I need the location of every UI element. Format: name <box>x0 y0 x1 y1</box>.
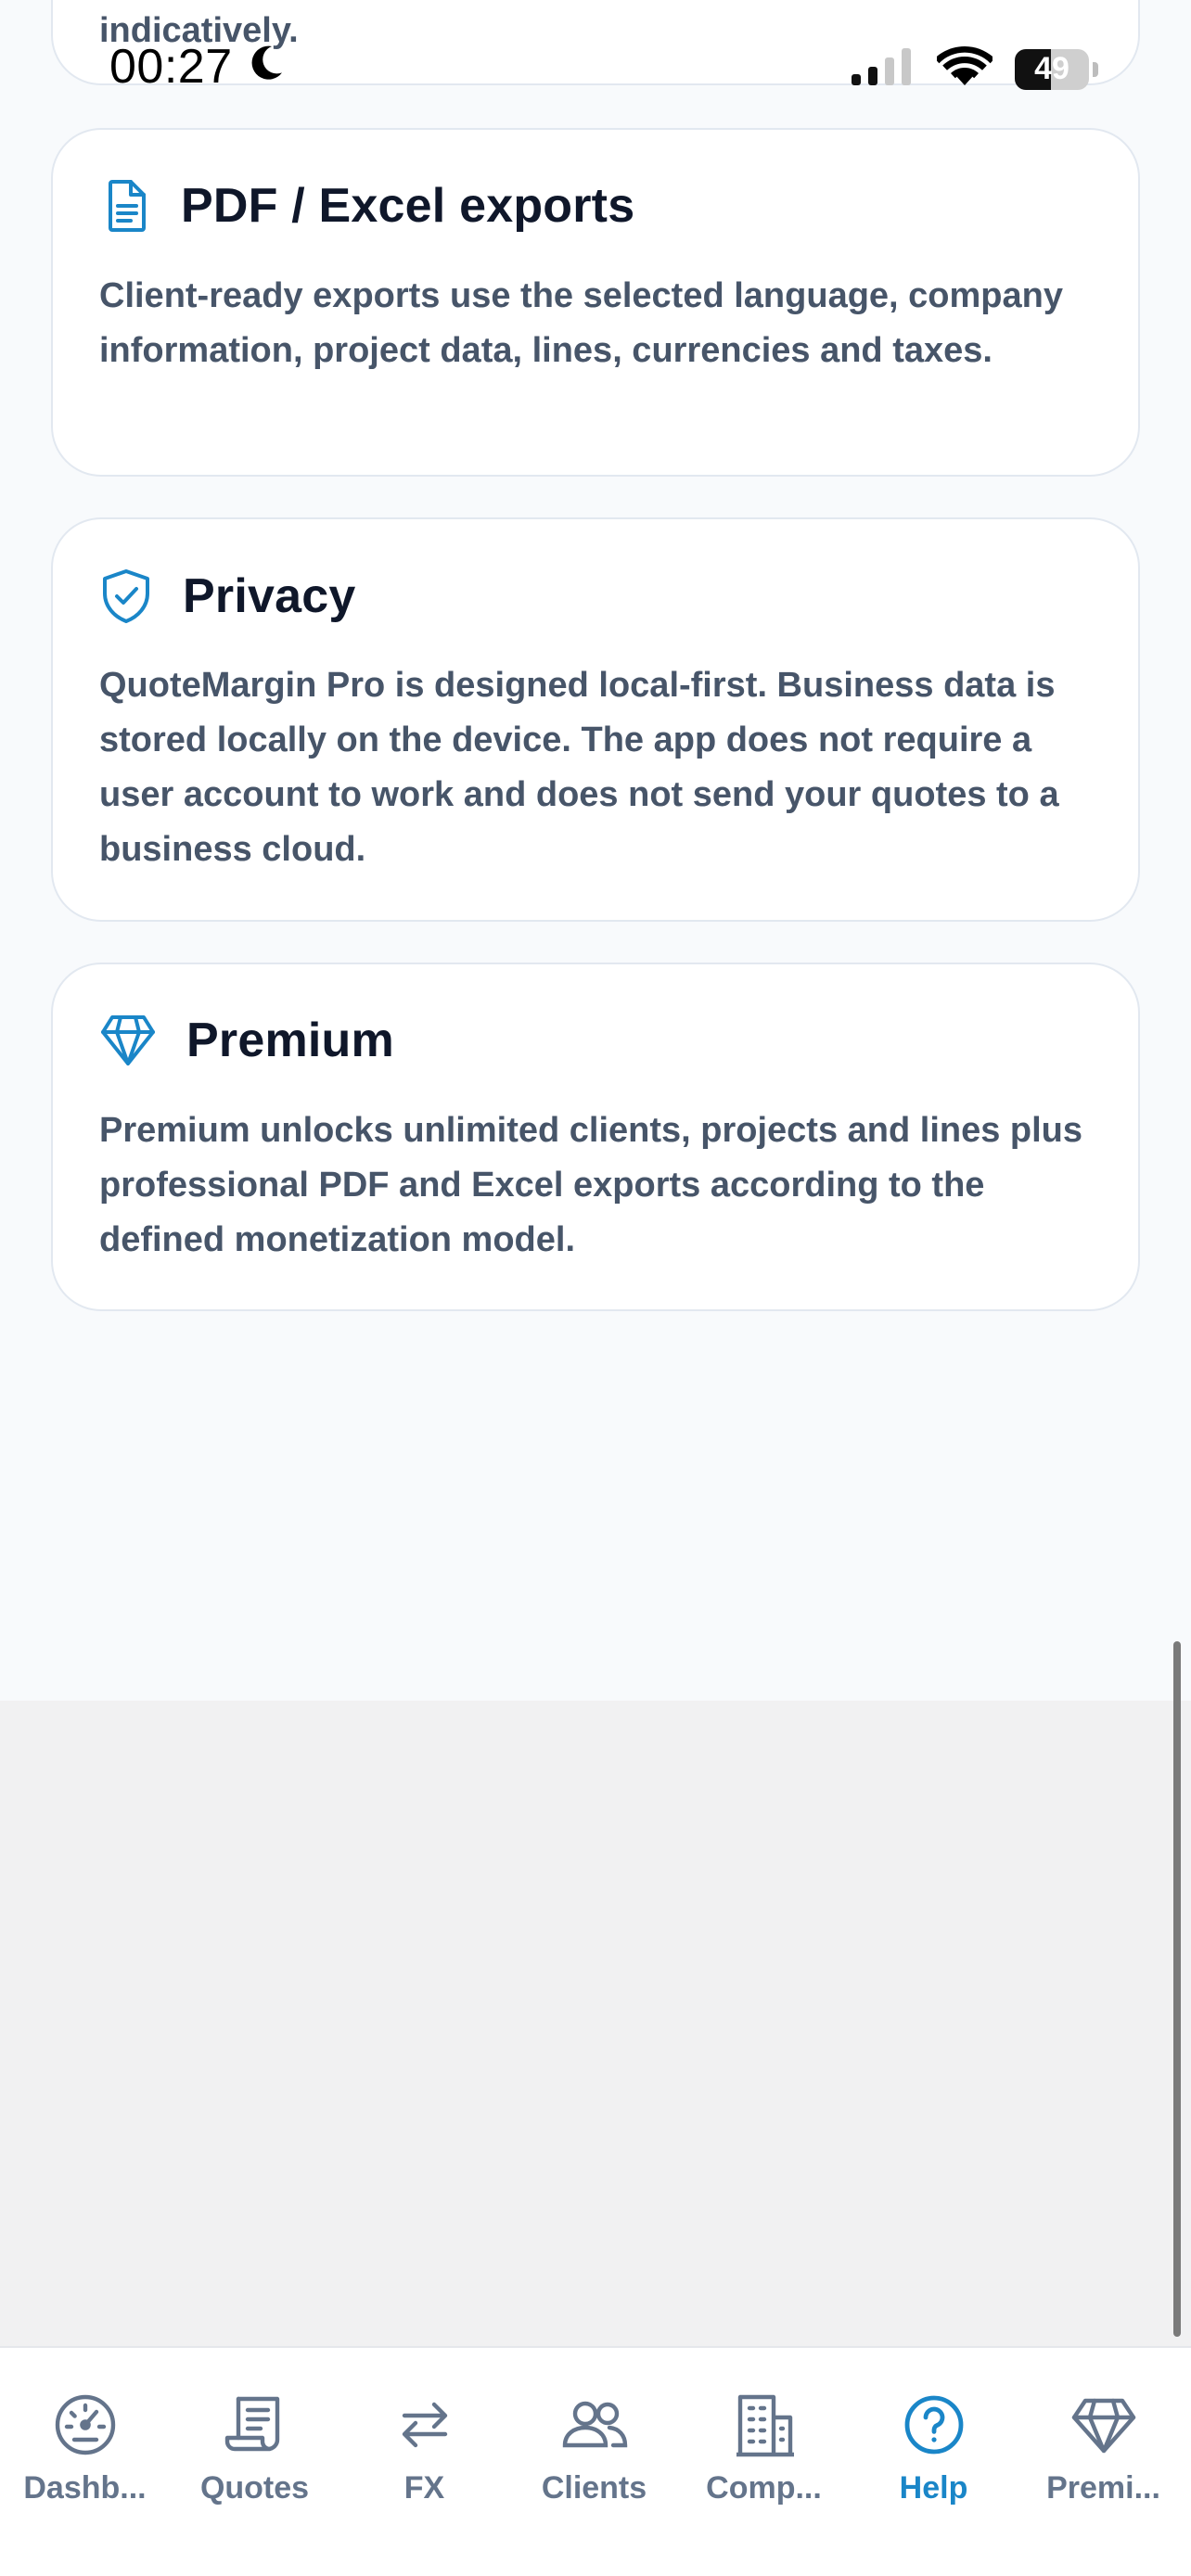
card-privacy-header: Privacy <box>99 567 355 625</box>
battery-level-text: 49 <box>1034 51 1069 86</box>
cellular-signal-icon <box>852 48 915 90</box>
empty-area <box>0 1701 1191 2346</box>
card-exports: PDF / Excel exports Client-ready exports… <box>51 128 1140 477</box>
card-premium-header: Premium <box>99 1013 394 1068</box>
receipt-icon <box>222 2391 288 2459</box>
help-screen: indicatively. PDF / Excel exports Client… <box>0 0 1191 2576</box>
tab-quotes-label: Quotes <box>199 2470 310 2506</box>
scroll-content[interactable]: indicatively. PDF / Excel exports Client… <box>0 0 1191 1701</box>
diamond-icon <box>99 1014 157 1067</box>
wifi-icon <box>934 46 995 92</box>
arrows-exchange-icon <box>395 2391 455 2459</box>
tab-help[interactable]: Help <box>849 2348 1018 2533</box>
tab-quotes[interactable]: Quotes <box>170 2348 339 2533</box>
card-exports-title: PDF / Excel exports <box>181 179 635 233</box>
tab-dashboard[interactable]: Dashb... <box>0 2348 170 2533</box>
tab-fx[interactable]: FX <box>339 2348 509 2533</box>
help-circle-icon <box>903 2391 966 2459</box>
gauge-icon <box>52 2391 119 2459</box>
card-exports-header: PDF / Excel exports <box>99 178 634 234</box>
status-time: 00:27 <box>109 39 287 95</box>
card-premium-title: Premium <box>186 1014 394 1067</box>
tab-company[interactable]: Comp... <box>679 2348 849 2533</box>
diamond-icon <box>1070 2391 1137 2459</box>
document-icon <box>99 178 151 234</box>
tab-premium[interactable]: Premi... <box>1018 2348 1188 2533</box>
shield-check-icon <box>99 567 153 625</box>
tab-clients[interactable]: Clients <box>509 2348 679 2533</box>
card-premium: Premium Premium unlocks unlimited client… <box>51 963 1140 1311</box>
card-exports-text: Client-ready exports use the selected la… <box>99 276 1063 370</box>
tab-clients-label: Clients <box>541 2470 647 2506</box>
building-icon <box>733 2391 796 2459</box>
battery-tip <box>1093 61 1098 77</box>
tab-premium-label: Premi... <box>1046 2470 1160 2506</box>
status-time-text: 00:27 <box>109 40 233 94</box>
tab-fx-label: FX <box>403 2470 445 2506</box>
scrollbar[interactable] <box>1173 1641 1181 2337</box>
card-privacy: Privacy QuoteMargin Pro is designed loca… <box>51 517 1140 922</box>
tab-dashboard-label: Dashb... <box>23 2470 147 2506</box>
status-indicators: 49 <box>852 46 1098 92</box>
tab-help-label: Help <box>899 2470 968 2506</box>
card-privacy-text: QuoteMargin Pro is designed local-first.… <box>99 666 1059 869</box>
battery-indicator: 49 <box>1015 48 1089 90</box>
users-icon <box>559 2391 630 2459</box>
card-privacy-title: Privacy <box>183 569 356 623</box>
card-premium-text: Premium unlocks unlimited clients, proje… <box>99 1111 1083 1259</box>
tab-company-label: Comp... <box>706 2470 822 2506</box>
moon-icon <box>246 39 287 95</box>
bottom-tab-bar: Dashb... Quotes FX Clients Comp... Help … <box>0 2346 1191 2576</box>
